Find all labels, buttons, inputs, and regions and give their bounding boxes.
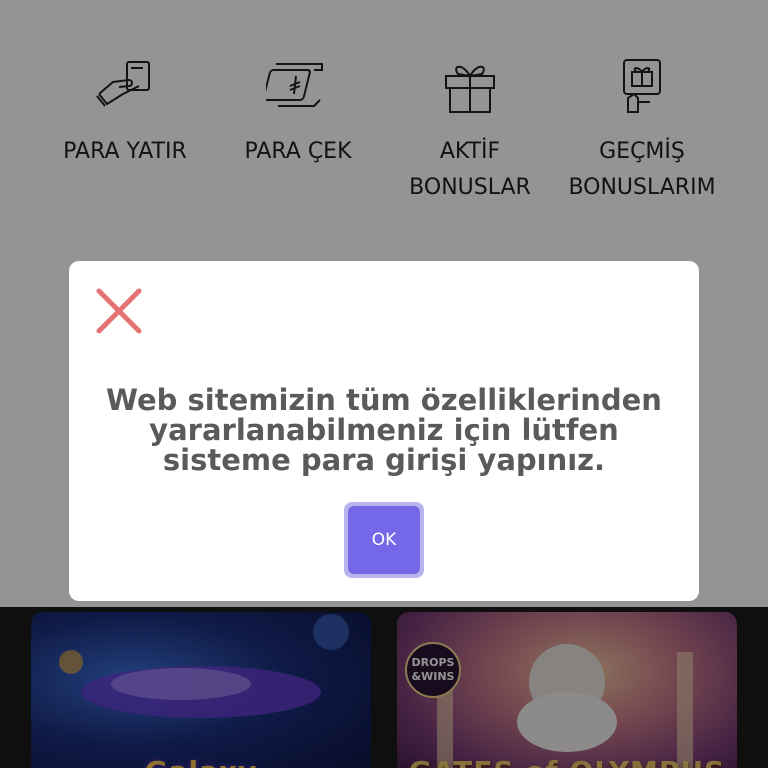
page: PARA YATIR PARA ÇEK AKTİF BONUSLAR GEÇMİ… — [0, 0, 768, 768]
dialog-message-line-1: Web sitemizin tüm özelliklerinden — [106, 383, 662, 417]
ok-button-focus-ring: OK — [344, 502, 424, 578]
deposit-required-dialog: Web sitemizin tüm özelliklerinden yararl… — [69, 261, 699, 601]
dialog-message-line-3: sisteme para girişi yapınız. — [162, 443, 606, 477]
ok-button[interactable]: OK — [348, 506, 420, 574]
dialog-message-line-2: yararlanabilmeniz için lütfen — [149, 413, 619, 447]
close-icon[interactable] — [93, 285, 145, 337]
dialog-message: Web sitemizin tüm özelliklerinden yararl… — [89, 385, 679, 475]
